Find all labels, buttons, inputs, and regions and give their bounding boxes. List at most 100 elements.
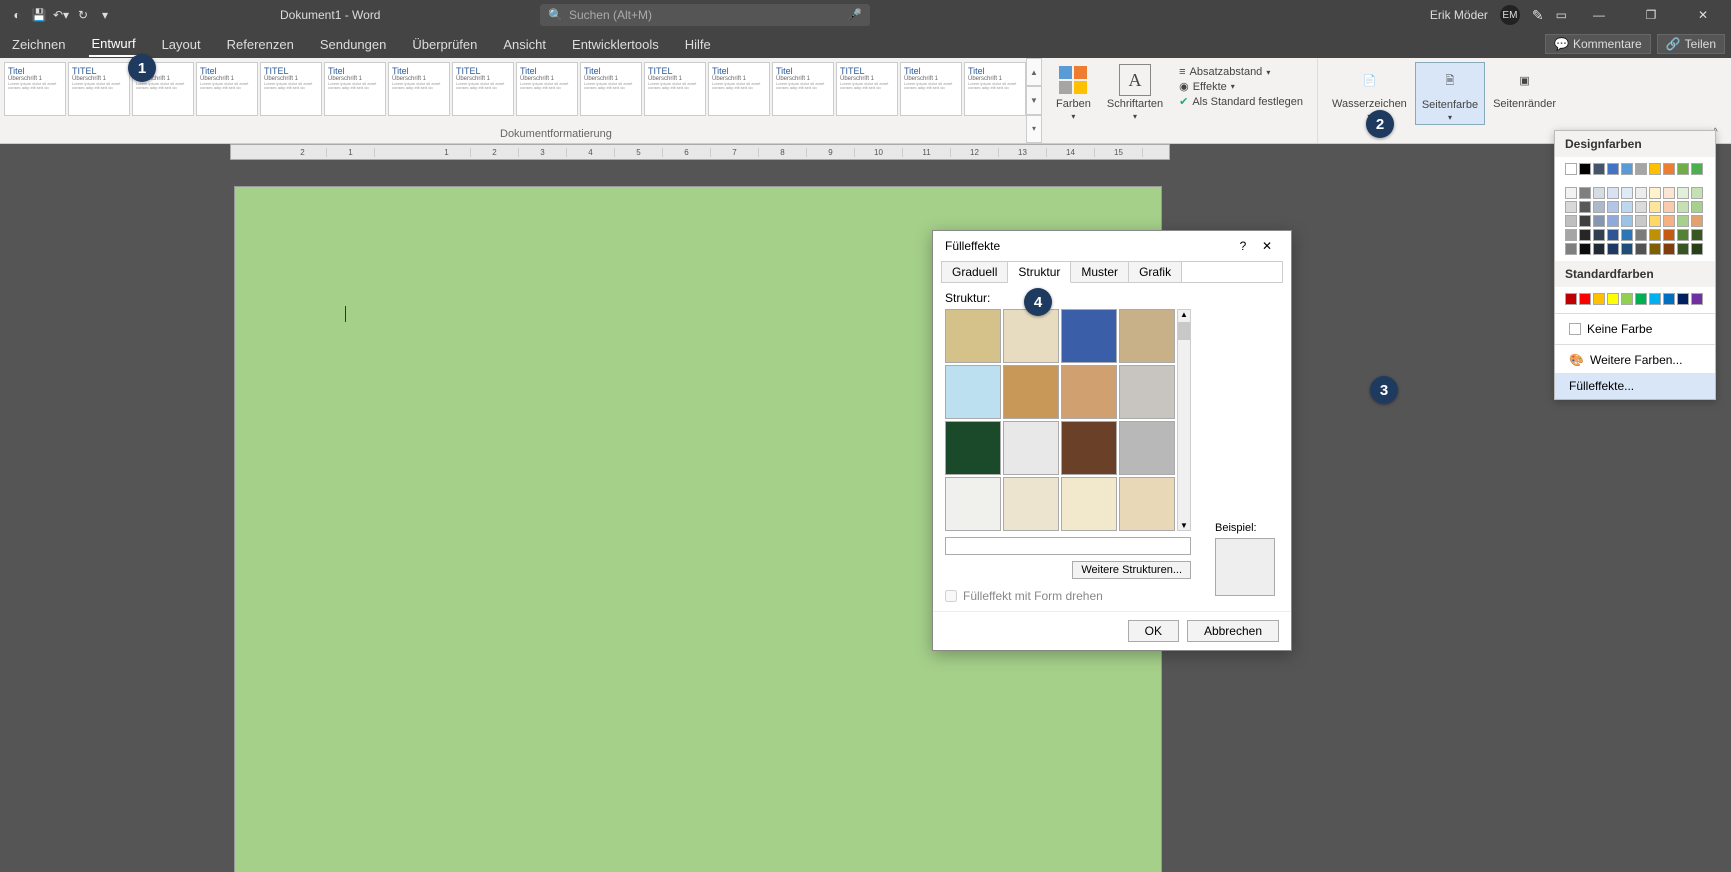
farben-button[interactable]: Farben▾ bbox=[1050, 62, 1097, 123]
texture-swatch[interactable] bbox=[945, 477, 1001, 531]
seitenfarbe-button[interactable]: 🗎 Seitenfarbe▾ bbox=[1415, 62, 1485, 125]
tab-hilfe[interactable]: Hilfe bbox=[683, 33, 713, 56]
ribbon-display-icon[interactable]: ▭ bbox=[1556, 8, 1567, 22]
color-swatch[interactable] bbox=[1607, 187, 1619, 199]
color-swatch[interactable] bbox=[1565, 215, 1577, 227]
tab-struktur[interactable]: Struktur bbox=[1008, 262, 1071, 283]
theme-thumb[interactable]: TitelÜberschrift 1Lorem ipsum dolor sit … bbox=[324, 62, 386, 116]
theme-thumb[interactable]: TITELÜberschrift 1Lorem ipsum dolor sit … bbox=[452, 62, 514, 116]
color-swatch[interactable] bbox=[1677, 215, 1689, 227]
effekte-button[interactable]: ◉Effekte▾ bbox=[1179, 80, 1235, 93]
dialog-close-button[interactable]: ✕ bbox=[1255, 239, 1279, 253]
color-swatch[interactable] bbox=[1649, 201, 1661, 213]
color-swatch[interactable] bbox=[1635, 201, 1647, 213]
color-swatch[interactable] bbox=[1677, 201, 1689, 213]
theme-thumb[interactable]: TitelÜberschrift 1Lorem ipsum dolor sit … bbox=[580, 62, 642, 116]
gallery-up-icon[interactable]: ▲ bbox=[1026, 58, 1042, 86]
color-swatch[interactable] bbox=[1635, 243, 1647, 255]
texture-swatch[interactable] bbox=[1119, 421, 1175, 475]
color-swatch[interactable] bbox=[1579, 243, 1591, 255]
color-swatch[interactable] bbox=[1677, 163, 1689, 175]
color-swatch[interactable] bbox=[1635, 163, 1647, 175]
autosave-icon[interactable]: ◐ bbox=[8, 6, 26, 24]
color-swatch[interactable] bbox=[1621, 215, 1633, 227]
texture-swatch[interactable] bbox=[945, 365, 1001, 419]
fuelleffekte-item[interactable]: Fülleffekte... bbox=[1555, 373, 1715, 399]
redo-icon[interactable]: ↻ bbox=[74, 6, 92, 24]
color-swatch[interactable] bbox=[1691, 201, 1703, 213]
gallery-scroll[interactable]: ▲ ▼ ▾ bbox=[1026, 58, 1042, 143]
texture-swatch[interactable] bbox=[1061, 421, 1117, 475]
color-swatch[interactable] bbox=[1663, 293, 1675, 305]
theme-thumb[interactable]: TitelÜberschrift 1Lorem ipsum dolor sit … bbox=[4, 62, 66, 116]
color-swatch[interactable] bbox=[1663, 215, 1675, 227]
color-swatch[interactable] bbox=[1593, 187, 1605, 199]
texture-swatch[interactable] bbox=[1003, 365, 1059, 419]
teilen-button[interactable]: 🔗Teilen bbox=[1657, 34, 1725, 54]
texture-swatch[interactable] bbox=[1061, 309, 1117, 363]
theme-thumb[interactable]: TitelÜberschrift 1Lorem ipsum dolor sit … bbox=[196, 62, 258, 116]
color-swatch[interactable] bbox=[1565, 187, 1577, 199]
user-avatar[interactable]: EM bbox=[1500, 5, 1520, 25]
color-swatch[interactable] bbox=[1565, 229, 1577, 241]
color-swatch[interactable] bbox=[1677, 243, 1689, 255]
color-swatch[interactable] bbox=[1565, 293, 1577, 305]
color-swatch[interactable] bbox=[1579, 293, 1591, 305]
theme-thumb[interactable]: TITELÜberschrift 1Lorem ipsum dolor sit … bbox=[260, 62, 322, 116]
color-swatch[interactable] bbox=[1593, 215, 1605, 227]
tab-entwicklertools[interactable]: Entwicklertools bbox=[570, 33, 661, 56]
abbrechen-button[interactable]: Abbrechen bbox=[1187, 620, 1279, 642]
texture-scrollbar[interactable]: ▲ ▼ bbox=[1177, 309, 1191, 531]
color-swatch[interactable] bbox=[1649, 293, 1661, 305]
color-swatch[interactable] bbox=[1593, 163, 1605, 175]
color-swatch[interactable] bbox=[1621, 293, 1633, 305]
tab-ansicht[interactable]: Ansicht bbox=[501, 33, 548, 56]
color-swatch[interactable] bbox=[1579, 163, 1591, 175]
user-name[interactable]: Erik Möder bbox=[1430, 8, 1488, 22]
color-swatch[interactable] bbox=[1593, 201, 1605, 213]
color-swatch[interactable] bbox=[1663, 187, 1675, 199]
theme-thumb[interactable]: TitelÜberschrift 1Lorem ipsum dolor sit … bbox=[964, 62, 1026, 116]
scroll-up-icon[interactable]: ▲ bbox=[1178, 310, 1190, 319]
tab-referenzen[interactable]: Referenzen bbox=[225, 33, 296, 56]
texture-swatch[interactable] bbox=[1119, 309, 1175, 363]
color-swatch[interactable] bbox=[1663, 243, 1675, 255]
color-swatch[interactable] bbox=[1621, 243, 1633, 255]
tab-sendungen[interactable]: Sendungen bbox=[318, 33, 389, 56]
color-swatch[interactable] bbox=[1635, 215, 1647, 227]
color-swatch[interactable] bbox=[1565, 163, 1577, 175]
color-swatch[interactable] bbox=[1593, 293, 1605, 305]
als-standard-button[interactable]: ✔Als Standard festlegen bbox=[1179, 95, 1303, 108]
color-swatch[interactable] bbox=[1607, 215, 1619, 227]
scroll-down-icon[interactable]: ▼ bbox=[1178, 521, 1190, 530]
texture-swatch[interactable] bbox=[1061, 477, 1117, 531]
weitere-strukturen-button[interactable]: Weitere Strukturen... bbox=[1072, 561, 1191, 579]
color-swatch[interactable] bbox=[1649, 187, 1661, 199]
color-swatch[interactable] bbox=[1691, 229, 1703, 241]
texture-swatch[interactable] bbox=[1119, 477, 1175, 531]
color-swatch[interactable] bbox=[1607, 243, 1619, 255]
scroll-thumb[interactable] bbox=[1178, 322, 1190, 340]
color-swatch[interactable] bbox=[1691, 187, 1703, 199]
color-swatch[interactable] bbox=[1691, 215, 1703, 227]
color-swatch[interactable] bbox=[1607, 201, 1619, 213]
tab-graduell[interactable]: Graduell bbox=[942, 262, 1008, 282]
color-swatch[interactable] bbox=[1579, 201, 1591, 213]
color-swatch[interactable] bbox=[1579, 229, 1591, 241]
theme-thumb[interactable]: TitelÜberschrift 1Lorem ipsum dolor sit … bbox=[772, 62, 834, 116]
color-swatch[interactable] bbox=[1677, 187, 1689, 199]
ok-button[interactable]: OK bbox=[1128, 620, 1179, 642]
texture-swatch[interactable] bbox=[945, 309, 1001, 363]
qat-more-icon[interactable]: ▾ bbox=[96, 6, 114, 24]
theme-thumb[interactable]: TitelÜberschrift 1Lorem ipsum dolor sit … bbox=[388, 62, 450, 116]
texture-swatch[interactable] bbox=[1003, 477, 1059, 531]
color-swatch[interactable] bbox=[1579, 187, 1591, 199]
gallery-down-icon[interactable]: ▼ bbox=[1026, 86, 1042, 114]
texture-swatch[interactable] bbox=[1003, 421, 1059, 475]
tab-zeichnen[interactable]: Zeichnen bbox=[10, 33, 67, 56]
color-swatch[interactable] bbox=[1635, 229, 1647, 241]
dialog-help-button[interactable]: ? bbox=[1231, 239, 1255, 253]
seitenraender-button[interactable]: ▣ Seitenränder bbox=[1487, 62, 1562, 112]
color-swatch[interactable] bbox=[1663, 163, 1675, 175]
color-swatch[interactable] bbox=[1649, 215, 1661, 227]
